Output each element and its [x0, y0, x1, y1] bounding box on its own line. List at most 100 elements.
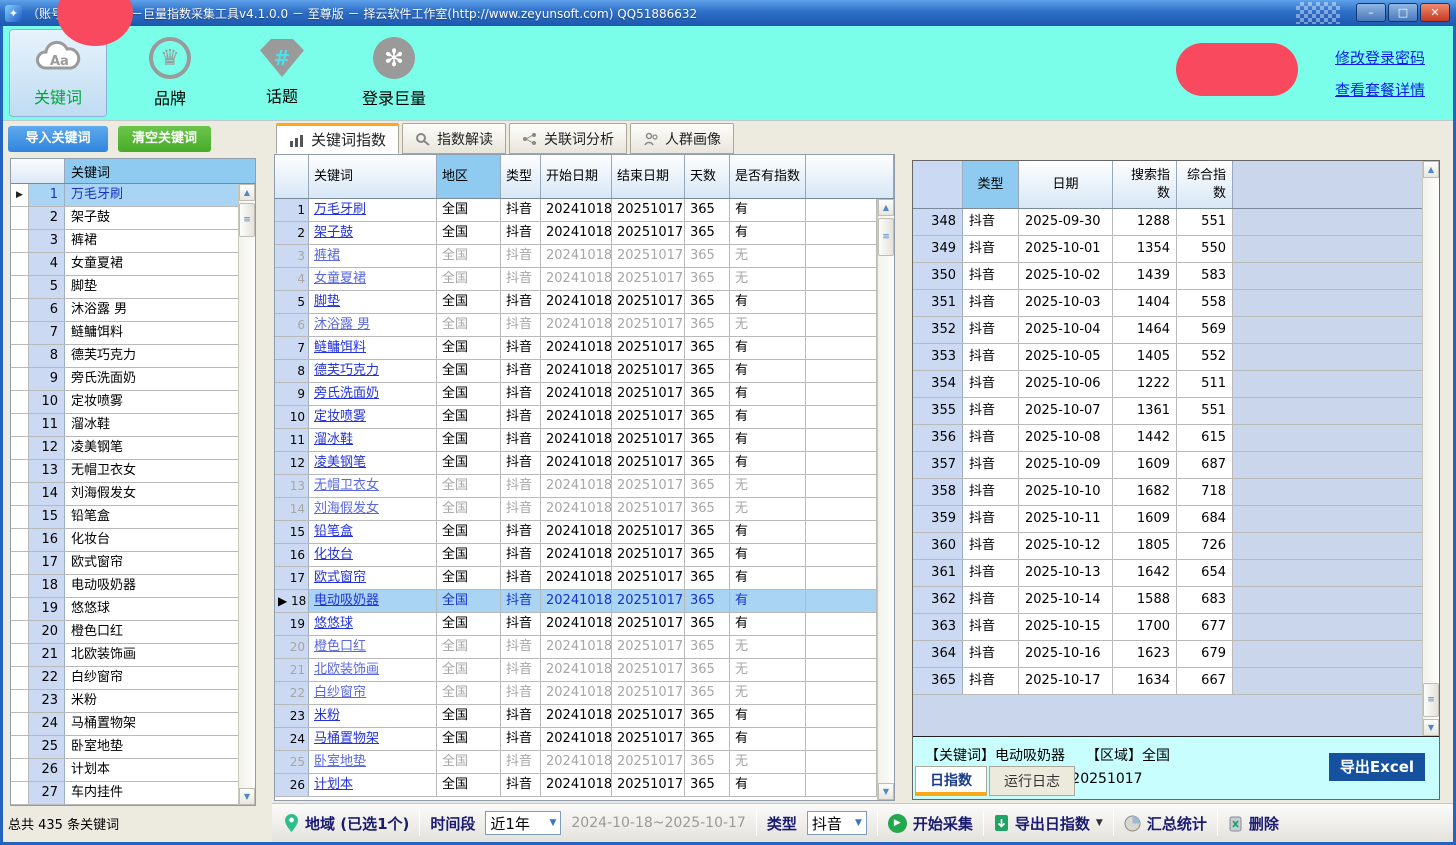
table-row[interactable]: 1万毛牙刷全国抖音2024101820251017365有: [275, 199, 877, 222]
close-button[interactable]: ✕: [1420, 3, 1450, 22]
table-row[interactable]: 362抖音2025-10-141588683: [913, 587, 1422, 614]
tab-index-analysis[interactable]: 指数解读: [402, 123, 506, 154]
scroll-up-icon[interactable]: ▲: [878, 199, 894, 216]
keyword-link[interactable]: 万毛牙刷: [314, 202, 366, 217]
keyword-list-item[interactable]: 13无帽卫衣女: [11, 460, 238, 483]
table-row[interactable]: 357抖音2025-10-091609687: [913, 452, 1422, 479]
table-row[interactable]: 6沐浴露 男全国抖音2024101820251017365无: [275, 314, 877, 337]
table-row[interactable]: 359抖音2025-10-111609684: [913, 506, 1422, 533]
keyword-link[interactable]: 凌美钢笔: [314, 455, 366, 470]
keyword-list-scrollbar[interactable]: ▲ ≡ ▼: [238, 184, 255, 805]
keyword-link[interactable]: 计划本: [314, 777, 353, 792]
keyword-link[interactable]: 橙色口红: [314, 639, 366, 654]
column-header[interactable]: 开始日期: [541, 155, 612, 198]
table-row[interactable]: 16化妆台全国抖音2024101820251017365有: [275, 544, 877, 567]
tab-related-words[interactable]: 关联词分析: [509, 123, 627, 154]
table-row[interactable]: 4女童夏裙全国抖音2024101820251017365无: [275, 268, 877, 291]
table-row[interactable]: 9旁氏洗面奶全国抖音2024101820251017365有: [275, 383, 877, 406]
scroll-down-icon[interactable]: ▼: [878, 783, 894, 800]
keyword-link[interactable]: 白纱窗帘: [314, 685, 366, 700]
table-row[interactable]: 354抖音2025-10-061222511: [913, 371, 1422, 398]
nav-brand-button[interactable]: ♛ 品牌: [121, 29, 219, 117]
table-row[interactable]: 8德芙巧克力全国抖音2024101820251017365有: [275, 360, 877, 383]
column-header[interactable]: [913, 161, 963, 208]
keyword-link[interactable]: 溜冰鞋: [314, 432, 353, 447]
keyword-list-item[interactable]: 2架子鼓: [11, 207, 238, 230]
table-row[interactable]: 17欧式窗帘全国抖音2024101820251017365有: [275, 567, 877, 590]
type-select[interactable]: 抖音 ▼: [807, 811, 867, 835]
keyword-link[interactable]: 化妆台: [314, 547, 353, 562]
keyword-link[interactable]: 欧式窗帘: [314, 570, 366, 585]
keyword-link[interactable]: 悠悠球: [314, 616, 353, 631]
keyword-link[interactable]: 刘海假发女: [314, 501, 379, 516]
table-row[interactable]: 365抖音2025-10-171634667: [913, 668, 1422, 695]
keyword-list-item[interactable]: 3裤裙: [11, 230, 238, 253]
keyword-link[interactable]: 北欧装饰画: [314, 662, 379, 677]
table-row[interactable]: 364抖音2025-10-161623679: [913, 641, 1422, 668]
keyword-list-item[interactable]: 23米粉: [11, 690, 238, 713]
keyword-list-item[interactable]: 21北欧装饰画: [11, 644, 238, 667]
table-row[interactable]: 2架子鼓全国抖音2024101820251017365有: [275, 222, 877, 245]
keyword-link[interactable]: 脚垫: [314, 294, 340, 309]
scrollbar-thumb[interactable]: ≡: [1423, 683, 1439, 717]
keyword-link[interactable]: 铅笔盒: [314, 524, 353, 539]
keyword-link[interactable]: 旁氏洗面奶: [314, 386, 379, 401]
keyword-list-item[interactable]: 14刘海假发女: [11, 483, 238, 506]
scroll-down-icon[interactable]: ▼: [239, 788, 255, 805]
keyword-list-item[interactable]: 16化妆台: [11, 529, 238, 552]
tab-run-log[interactable]: 运行日志: [989, 766, 1075, 796]
keyword-link[interactable]: 无帽卫衣女: [314, 478, 379, 493]
keyword-table-scrollbar[interactable]: ▲ ≡ ▼: [877, 199, 894, 800]
keyword-link[interactable]: 定妆喷雾: [314, 409, 366, 424]
nav-topic-button[interactable]: # 话题: [233, 29, 331, 117]
tab-audience-profile[interactable]: 人群画像: [630, 123, 734, 154]
table-row[interactable]: 349抖音2025-10-011354550: [913, 236, 1422, 263]
column-header[interactable]: 搜索指数: [1113, 161, 1177, 208]
table-row[interactable]: 20橙色口红全国抖音2024101820251017365无: [275, 636, 877, 659]
minimize-button[interactable]: –: [1356, 3, 1386, 22]
scrollbar-thumb[interactable]: ≡: [239, 203, 255, 237]
column-header[interactable]: 是否有指数: [730, 155, 806, 198]
table-row[interactable]: 3裤裙全国抖音2024101820251017365无: [275, 245, 877, 268]
table-row[interactable]: 348抖音2025-09-301288551: [913, 209, 1422, 236]
column-header[interactable]: 日期: [1019, 161, 1113, 208]
column-header[interactable]: 天数: [685, 155, 730, 198]
region-button[interactable]: 地域 (已选1个): [284, 813, 409, 834]
table-row[interactable]: 25卧室地垫全国抖音2024101820251017365无: [275, 751, 877, 774]
keyword-list-item[interactable]: 9旁氏洗面奶: [11, 368, 238, 391]
table-row[interactable]: 358抖音2025-10-101682718: [913, 479, 1422, 506]
keyword-list-item[interactable]: 27车内挂件: [11, 782, 238, 805]
keyword-list-item[interactable]: 22白纱窗帘: [11, 667, 238, 690]
column-header[interactable]: 类型: [963, 161, 1019, 208]
table-row[interactable]: 353抖音2025-10-051405552: [913, 344, 1422, 371]
change-password-link[interactable]: 修改登录密码: [1335, 42, 1425, 74]
keyword-list-item[interactable]: 11溜冰鞋: [11, 414, 238, 437]
keyword-link[interactable]: 米粉: [314, 708, 340, 723]
table-row[interactable]: 352抖音2025-10-041464569: [913, 317, 1422, 344]
keyword-list-item[interactable]: 15铅笔盒: [11, 506, 238, 529]
view-plan-link[interactable]: 查看套餐详情: [1335, 74, 1425, 106]
table-row[interactable]: 14刘海假发女全国抖音2024101820251017365无: [275, 498, 877, 521]
keyword-list-item[interactable]: 12凌美钢笔: [11, 437, 238, 460]
tab-keyword-index[interactable]: 关键词指数: [276, 123, 399, 154]
tab-daily-index[interactable]: 日指数: [915, 766, 987, 796]
keyword-list-item[interactable]: 4女童夏裙: [11, 253, 238, 276]
nav-login-juliang-button[interactable]: ✻ 登录巨量: [345, 29, 443, 117]
keyword-list-item[interactable]: 8德芙巧克力: [11, 345, 238, 368]
table-row[interactable]: 360抖音2025-10-121805726: [913, 533, 1422, 560]
table-row[interactable]: 19悠悠球全国抖音2024101820251017365有: [275, 613, 877, 636]
delete-button[interactable]: 删除: [1228, 813, 1279, 834]
keyword-link[interactable]: 沐浴露 男: [314, 317, 370, 332]
keyword-list-item[interactable]: 5脚垫: [11, 276, 238, 299]
keyword-list-item[interactable]: ▶1万毛牙刷: [11, 184, 238, 207]
scrollbar-thumb[interactable]: ≡: [878, 218, 894, 256]
keyword-link[interactable]: 德芙巧克力: [314, 363, 379, 378]
summary-stats-button[interactable]: 汇总统计: [1124, 813, 1207, 834]
column-header[interactable]: 关键词: [309, 155, 437, 198]
scroll-up-icon[interactable]: ▲: [1423, 161, 1439, 178]
table-row[interactable]: 7鲢鳙饵料全国抖音2024101820251017365有: [275, 337, 877, 360]
table-row[interactable]: 356抖音2025-10-081442615: [913, 425, 1422, 452]
column-header[interactable]: 结束日期: [612, 155, 685, 198]
maximize-button[interactable]: □: [1388, 3, 1418, 22]
column-header[interactable]: 地区: [437, 155, 501, 198]
